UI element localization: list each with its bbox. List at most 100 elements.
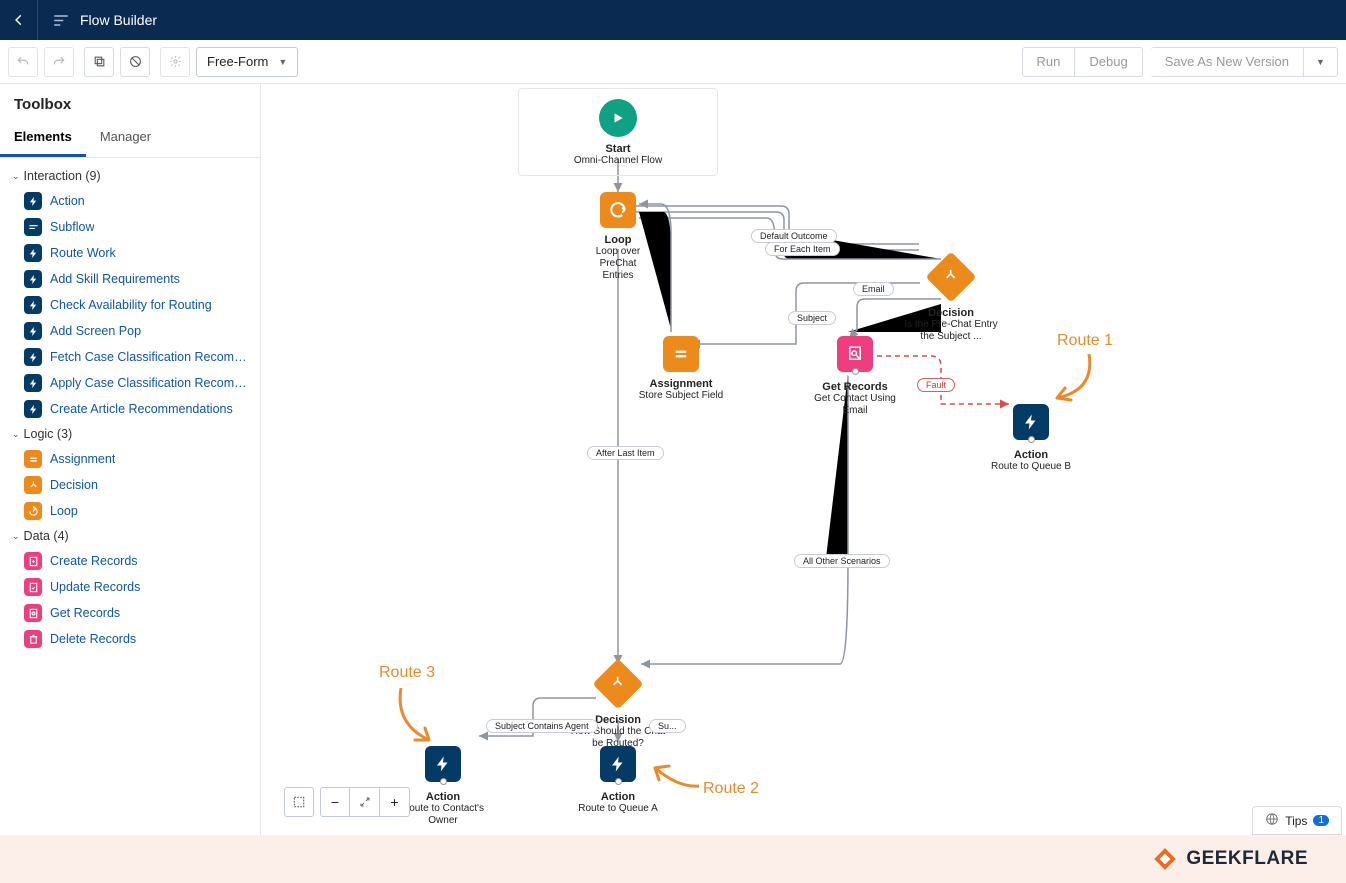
- item-action[interactable]: Action: [4, 188, 256, 214]
- arrow-route-2: [649, 758, 705, 794]
- block-button[interactable]: [120, 47, 150, 77]
- tips-panel[interactable]: Tips 1: [1252, 806, 1342, 835]
- label-subject: Subject: [788, 311, 836, 325]
- assignment-icon: [663, 336, 699, 372]
- layout-select[interactable]: Free-Form ▼: [196, 47, 298, 77]
- item-apply-case[interactable]: Apply Case Classification Recommendat...: [4, 370, 256, 396]
- category-data[interactable]: ⌄Data (4): [4, 524, 256, 548]
- brand-logo: GEEKFLARE: [1152, 846, 1308, 872]
- subflow-icon: [24, 218, 42, 236]
- item-update-records[interactable]: Update Records: [4, 574, 256, 600]
- expand-button[interactable]: [350, 787, 380, 817]
- flow-canvas[interactable]: Start Omni-Channel Flow Loop Loop over P…: [261, 84, 1346, 883]
- annotation-route-2: Route 2: [703, 780, 759, 798]
- toolbar: Free-Form ▼ Run Debug Save As New Versio…: [0, 40, 1346, 84]
- copy-button[interactable]: [84, 47, 114, 77]
- item-add-skill[interactable]: Add Skill Requirements: [4, 266, 256, 292]
- category-logic[interactable]: ⌄Logic (3): [4, 422, 256, 446]
- bolt-icon: [24, 374, 42, 392]
- label-subject-other: Su...: [649, 719, 686, 733]
- zoom-out-button[interactable]: −: [320, 787, 350, 817]
- bolt-icon: [600, 746, 636, 782]
- run-button[interactable]: Run: [1022, 47, 1076, 77]
- play-icon: [599, 99, 637, 137]
- item-screen-pop[interactable]: Add Screen Pop: [4, 318, 256, 344]
- item-decision[interactable]: Decision: [4, 472, 256, 498]
- footer: GEEKFLARE: [0, 835, 1346, 883]
- label-default-outcome: Default Outcome: [751, 229, 837, 243]
- node-decision-route[interactable]: Decision How Should the Chat be Routed?: [568, 666, 668, 750]
- category-interaction[interactable]: ⌄Interaction (9): [4, 164, 256, 188]
- node-start[interactable]: Start Omni-Channel Flow: [518, 88, 718, 176]
- app-title: Flow Builder: [80, 12, 157, 28]
- bolt-icon: [425, 746, 461, 782]
- loop-icon: [24, 502, 42, 520]
- arrow-route-3: [393, 684, 439, 748]
- debug-button[interactable]: Debug: [1075, 47, 1142, 77]
- decision-icon: [593, 659, 644, 710]
- item-route-work[interactable]: Route Work: [4, 240, 256, 266]
- item-get-records[interactable]: Get Records: [4, 600, 256, 626]
- node-get-records[interactable]: Get Records Get Contact Using Email: [805, 336, 905, 417]
- item-check-availability[interactable]: Check Availability for Routing: [4, 292, 256, 318]
- bolt-icon: [1013, 404, 1049, 440]
- get-records-icon: [24, 604, 42, 622]
- sidebar-tabs: Elements Manager: [0, 121, 260, 158]
- label-fault: Fault: [917, 378, 955, 392]
- assignment-icon: [24, 450, 42, 468]
- arrow-route-1: [1049, 350, 1095, 406]
- geekflare-icon: [1152, 846, 1178, 872]
- label-contains-agent: Subject Contains Agent: [486, 719, 598, 733]
- sidebar-title: Toolbox: [0, 84, 260, 121]
- tips-count: 1: [1313, 815, 1329, 826]
- decision-icon: [24, 476, 42, 494]
- annotation-route-1: Route 1: [1057, 332, 1113, 350]
- back-button[interactable]: [0, 0, 38, 40]
- node-assignment[interactable]: Assignment Store Subject Field: [631, 336, 731, 402]
- create-records-icon: [24, 552, 42, 570]
- tips-label: Tips: [1285, 814, 1307, 828]
- loop-icon: [600, 192, 636, 228]
- globe-icon: [1265, 812, 1279, 829]
- update-records-icon: [24, 578, 42, 596]
- bolt-icon: [24, 192, 42, 210]
- flow-icon: [52, 10, 70, 31]
- item-delete-records[interactable]: Delete Records: [4, 626, 256, 652]
- redo-button[interactable]: [44, 47, 74, 77]
- tab-elements[interactable]: Elements: [0, 121, 86, 157]
- item-subflow[interactable]: Subflow: [4, 214, 256, 240]
- bolt-icon: [24, 322, 42, 340]
- bolt-icon: [24, 270, 42, 288]
- item-create-article[interactable]: Create Article Recommendations: [4, 396, 256, 422]
- layout-value: Free-Form: [207, 54, 268, 69]
- tab-manager[interactable]: Manager: [86, 121, 165, 157]
- item-fetch-case[interactable]: Fetch Case Classification Recommendat...: [4, 344, 256, 370]
- bolt-icon: [24, 244, 42, 262]
- settings-button[interactable]: [160, 47, 190, 77]
- toolbox-sidebar: Toolbox Elements Manager ⌄Interaction (9…: [0, 84, 261, 883]
- bolt-icon: [24, 348, 42, 366]
- undo-button[interactable]: [8, 47, 38, 77]
- save-as-button[interactable]: Save As New Version: [1151, 47, 1304, 77]
- bolt-icon: [24, 400, 42, 418]
- get-records-icon: [837, 336, 873, 372]
- node-loop[interactable]: Loop Loop over PreChat Entries: [583, 192, 653, 282]
- label-email: Email: [853, 282, 894, 296]
- annotation-route-3: Route 3: [379, 664, 435, 682]
- chevron-down-icon: ▼: [1316, 57, 1325, 67]
- save-dropdown[interactable]: ▼: [1304, 47, 1338, 77]
- element-tree: ⌄Interaction (9) Action Subflow Route Wo…: [0, 158, 260, 853]
- canvas-controls: − +: [284, 787, 410, 817]
- fit-button[interactable]: [284, 787, 314, 817]
- bolt-icon: [24, 296, 42, 314]
- item-loop[interactable]: Loop: [4, 498, 256, 524]
- zoom-in-button[interactable]: +: [380, 787, 410, 817]
- item-assignment[interactable]: Assignment: [4, 446, 256, 472]
- decision-icon: [926, 252, 977, 303]
- label-after-last: After Last Item: [587, 446, 664, 460]
- label-all-other: All Other Scenarios: [794, 554, 890, 568]
- node-route-b[interactable]: Action Route to Queue B: [981, 404, 1081, 473]
- node-decision-subject[interactable]: Decision Is the Pre-Chat Entry the Subje…: [901, 259, 1001, 343]
- label-for-each: For Each Item: [765, 242, 840, 256]
- item-create-records[interactable]: Create Records: [4, 548, 256, 574]
